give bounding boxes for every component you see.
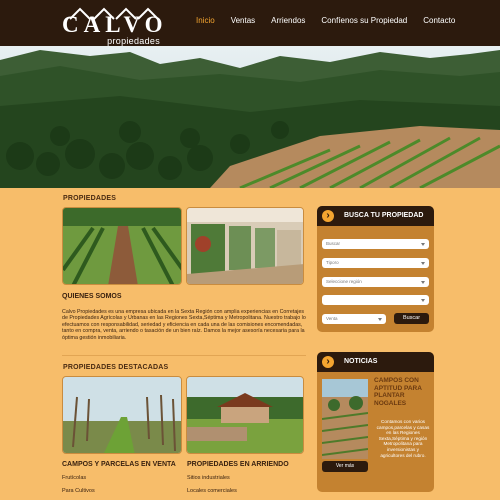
arrow-right-icon: ›	[322, 356, 334, 368]
search-select-buscar[interactable]: Buscar	[322, 239, 429, 249]
news-panel-title: NOTICIAS	[344, 358, 378, 365]
hero-landscape-image	[0, 46, 500, 188]
nav-arriendos[interactable]: Arriendos	[271, 16, 305, 25]
search-panel-header: › BUSCA TU PROPIEDAD	[317, 206, 434, 226]
orchard-image	[63, 377, 181, 453]
news-text: Contamos con varios campos,parcelas y ca…	[376, 419, 430, 458]
search-select-tipo[interactable]: Tiporo	[322, 258, 429, 268]
nav-ventas[interactable]: Ventas	[231, 16, 255, 25]
logo[interactable]: CALVO propiedades	[62, 6, 168, 46]
main-nav: Inicio Ventas Arriendos Confíenos su Pro…	[196, 16, 471, 25]
quienes-somos-text: Calvo Propiedades es una empresa ubicada…	[62, 309, 306, 341]
search-select-region[interactable]: Seleccione región	[322, 277, 429, 287]
site-header: CALVO propiedades Inicio Ventas Arriendo…	[0, 0, 500, 46]
arriendo-item-locales[interactable]: Locales comerciales	[187, 488, 237, 494]
search-button[interactable]: Buscar	[394, 313, 429, 324]
nav-inicio[interactable]: Inicio	[196, 16, 215, 25]
news-panel: › NOTICIAS CAMPOS CON APTITUD PARA PLANT…	[317, 352, 434, 492]
news-thumbnail-image[interactable]	[322, 379, 368, 459]
section-divider	[62, 355, 306, 356]
campos-item-fruticolas[interactable]: Frutícolas	[62, 475, 86, 481]
hero-banner	[0, 46, 500, 188]
campos-item-cultivos[interactable]: Para Cultivos	[62, 488, 95, 494]
quienes-somos-title: QUIENES SOMOS	[62, 293, 122, 300]
logo-text: CALVO	[62, 12, 168, 37]
ver-mas-button[interactable]: Ver más	[322, 461, 368, 472]
search-panel: › BUSCA TU PROPIEDAD Buscar Tiporo Selec…	[317, 206, 434, 332]
destacadas-title: PROPIEDADES DESTACADAS	[63, 364, 169, 371]
search-panel-title: BUSCA TU PROPIEDAD	[344, 212, 424, 219]
nav-contacto[interactable]: Contacto	[423, 16, 455, 25]
search-select-operacion[interactable]: Venta	[322, 314, 386, 324]
search-select-comuna[interactable]	[322, 295, 429, 305]
arriendo-item-sitios[interactable]: Sitios industriales	[187, 475, 230, 481]
arriendo-photo[interactable]	[186, 376, 304, 454]
campos-caption: CAMPOS Y PARCELAS EN VENTA	[62, 461, 176, 468]
house-interior-image	[187, 208, 303, 284]
arriendo-caption: PROPIEDADES EN ARRIENDO	[187, 461, 289, 468]
house-interior-photo[interactable]	[186, 207, 304, 285]
propiedades-title: PROPIEDADES	[63, 195, 117, 202]
vineyard-photo[interactable]	[62, 207, 182, 285]
news-headline[interactable]: CAMPOS CON APTITUD PARA PLANTAR NOGALES	[374, 377, 432, 407]
arrow-right-icon: ›	[322, 210, 334, 222]
country-house-image	[187, 377, 303, 453]
campos-photo[interactable]	[62, 376, 182, 454]
news-panel-header: › NOTICIAS	[317, 352, 434, 372]
vineyard-image	[63, 208, 181, 284]
logo-subtitle: propiedades	[107, 36, 160, 46]
nav-confienos[interactable]: Confíenos su Propiedad	[321, 16, 407, 25]
